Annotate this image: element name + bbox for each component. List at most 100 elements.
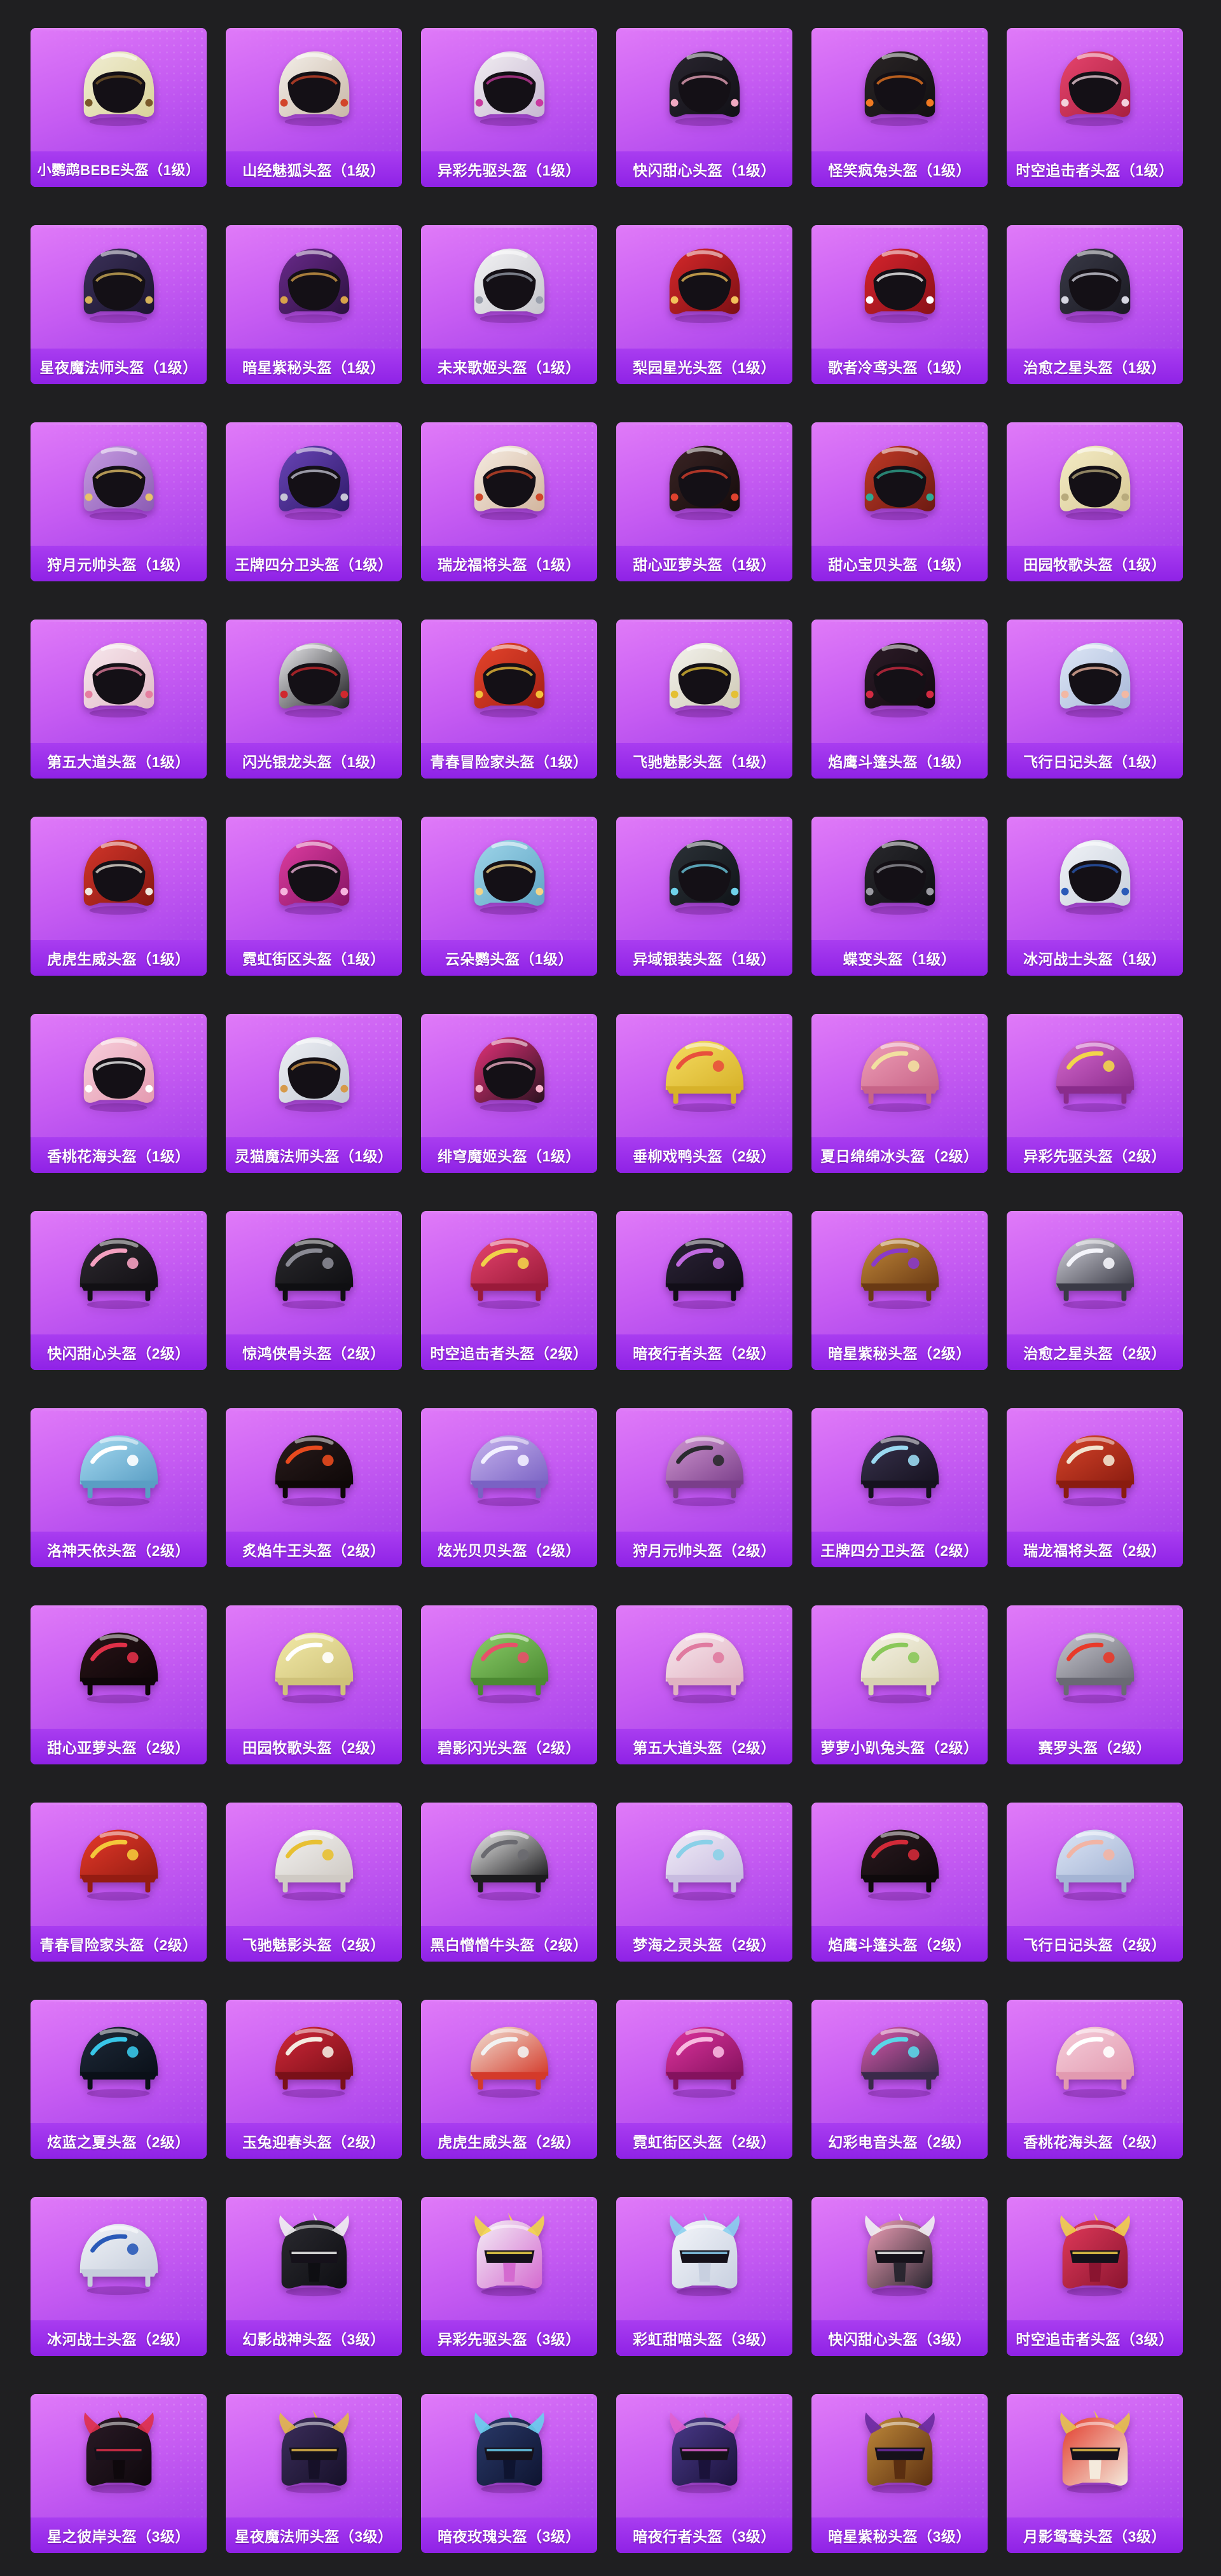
helmet-label-bar: 飞行日记头盔（2级） <box>1007 1926 1183 1962</box>
helmet-card[interactable]: 异域银装头盔（1级） <box>616 817 792 976</box>
helmet-card[interactable]: 第五大道头盔（1级） <box>31 620 207 779</box>
helmet-card[interactable]: 暗星紫秘头盔（1级） <box>226 225 402 384</box>
helmet-card[interactable]: 冰河战士头盔（1级） <box>1007 817 1183 976</box>
helmet-card[interactable]: 萝萝小趴兔头盔（2级） <box>811 1605 988 1764</box>
helmet-card[interactable]: 焰鹰斗篷头盔（2级） <box>811 1803 988 1962</box>
helmet-card[interactable]: 云朵鹦头盔（1级） <box>421 817 597 976</box>
helmet-card[interactable]: 异彩先驱头盔（2级） <box>1007 1014 1183 1173</box>
helmet-label-bar: 王牌四分卫头盔（1级） <box>226 546 402 581</box>
helmet-card[interactable]: 炫蓝之夏头盔（2级） <box>31 2000 207 2159</box>
helmet-card[interactable]: 暗星紫秘头盔（3级） <box>811 2394 988 2553</box>
helmet-card[interactable]: 虎虎生威头盔（2级） <box>421 2000 597 2159</box>
helmet-card[interactable]: 飞驰魅影头盔（1级） <box>616 620 792 779</box>
helmet-label-bar: 霓虹街区头盔（1级） <box>226 940 402 976</box>
helmet-label-bar: 灵猫魔法师头盔（1级） <box>226 1137 402 1173</box>
helmet-card[interactable]: 快闪甜心头盔（2级） <box>31 1211 207 1370</box>
helmet-name: 赛罗头盔（2级） <box>1038 1740 1152 1756</box>
helmet-image <box>1056 1829 1134 1901</box>
helmet-card[interactable]: 梦海之灵头盔（2级） <box>616 1803 792 1962</box>
helmet-card[interactable]: 山经魅狐头盔（1级） <box>226 28 402 187</box>
helmet-card[interactable]: 惊鸿侠骨头盔（2级） <box>226 1211 402 1370</box>
helmet-card[interactable]: 绯穹魔姬头盔（1级） <box>421 1014 597 1173</box>
helmet-card[interactable]: 甜心宝贝头盔（1级） <box>811 422 988 581</box>
helmet-card[interactable]: 碧影闪光头盔（2级） <box>421 1605 597 1764</box>
helmet-card[interactable]: 幻影战神头盔（3级） <box>226 2197 402 2356</box>
helmet-card[interactable]: 飞行日记头盔（2级） <box>1007 1803 1183 1962</box>
helmet-card[interactable]: 第五大道头盔（2级） <box>616 1605 792 1764</box>
helmet-card[interactable]: 黑白憎憎牛头盔（2级） <box>421 1803 597 1962</box>
helmet-card[interactable]: 蝶变头盔（1级） <box>811 817 988 976</box>
helmet-name: 霓虹街区头盔（1级） <box>242 951 385 967</box>
helmet-card[interactable]: 快闪甜心头盔（1级） <box>616 28 792 187</box>
helmet-card[interactable]: 玉兔迎春头盔（2级） <box>226 2000 402 2159</box>
helmet-card[interactable]: 青春冒险家头盔（1级） <box>421 620 597 779</box>
helmet-card[interactable]: 垂柳戏鸭头盔（2级） <box>616 1014 792 1173</box>
helmet-card[interactable]: 夏日绵绵冰头盔（2级） <box>811 1014 988 1173</box>
helmet-card[interactable]: 暗夜行者头盔（3级） <box>616 2394 792 2553</box>
helmet-name: 快闪甜心头盔（2级） <box>47 1345 190 1362</box>
helmet-card[interactable]: 治愈之星头盔（1级） <box>1007 225 1183 384</box>
helmet-card[interactable]: 炙焰牛王头盔（2级） <box>226 1408 402 1567</box>
helmet-name: 霓虹街区头盔（2级） <box>633 2134 776 2150</box>
helmet-card[interactable]: 星夜魔法师头盔（1级） <box>31 225 207 384</box>
helmet-card[interactable]: 月影鸳鸯头盔（3级） <box>1007 2394 1183 2553</box>
helmet-card[interactable]: 瑞龙福将头盔（1级） <box>421 422 597 581</box>
helmet-card[interactable]: 异彩先驱头盔（1级） <box>421 28 597 187</box>
helmet-card[interactable]: 霓虹街区头盔（2级） <box>616 2000 792 2159</box>
helmet-card[interactable]: 甜心亚萝头盔（2级） <box>31 1605 207 1764</box>
helmet-card[interactable]: 未来歌姬头盔（1级） <box>421 225 597 384</box>
helmet-card[interactable]: 闪光银龙头盔（1级） <box>226 620 402 779</box>
helmet-card[interactable]: 赛罗头盔（2级） <box>1007 1605 1183 1764</box>
helmet-card[interactable]: 青春冒险家头盔（2级） <box>31 1803 207 1962</box>
helmet-card[interactable]: 时空追击者头盔（2级） <box>421 1211 597 1370</box>
helmet-label-bar: 黑白憎憎牛头盔（2级） <box>421 1926 597 1962</box>
helmet-card[interactable]: 田园牧歌头盔（1级） <box>1007 422 1183 581</box>
helmet-name: 甜心亚萝头盔（1级） <box>633 557 776 573</box>
helmet-card[interactable]: 暗夜玫瑰头盔（3级） <box>421 2394 597 2553</box>
helmet-card[interactable]: 灵猫魔法师头盔（1级） <box>226 1014 402 1173</box>
helmet-card[interactable]: 歌者冷鸢头盔（1级） <box>811 225 988 384</box>
helmet-card[interactable]: 虎虎生威头盔（1级） <box>31 817 207 976</box>
helmet-card[interactable]: 异彩先驱头盔（3级） <box>421 2197 597 2356</box>
helmet-card[interactable]: 幻彩电音头盔（2级） <box>811 2000 988 2159</box>
helmet-card[interactable]: 霓虹街区头盔（1级） <box>226 817 402 976</box>
helmet-card[interactable]: 瑞龙福将头盔（2级） <box>1007 1408 1183 1567</box>
helmet-card[interactable]: 王牌四分卫头盔（1级） <box>226 422 402 581</box>
helmet-label-bar: 甜心亚萝头盔（2级） <box>31 1729 207 1764</box>
helmet-card[interactable]: 炫光贝贝头盔（2级） <box>421 1408 597 1567</box>
helmet-card[interactable]: 小鹦鹉BEBE头盔（1级） <box>31 28 207 187</box>
helmet-card[interactable]: 狩月元帅头盔（1级） <box>31 422 207 581</box>
helmet-card[interactable]: 飞行日记头盔（1级） <box>1007 620 1183 779</box>
helmet-name: 炫蓝之夏头盔（2级） <box>47 2134 190 2150</box>
helmet-card[interactable]: 飞驰魅影头盔（2级） <box>226 1803 402 1962</box>
helmet-card[interactable]: 田园牧歌头盔（2级） <box>226 1605 402 1764</box>
helmet-label-bar: 暗夜行者头盔（3级） <box>616 2517 792 2553</box>
helmet-card[interactable]: 暗夜行者头盔（2级） <box>616 1211 792 1370</box>
helmet-card[interactable]: 星夜魔法师头盔（3级） <box>226 2394 402 2553</box>
helmet-image <box>1059 840 1130 915</box>
helmet-card[interactable]: 香桃花海头盔（1级） <box>31 1014 207 1173</box>
helmet-image <box>669 840 740 915</box>
helmet-card[interactable]: 时空追击者头盔（3级） <box>1007 2197 1183 2356</box>
helmet-card[interactable]: 治愈之星头盔（2级） <box>1007 1211 1183 1370</box>
helmet-card[interactable]: 焰鹰斗篷头盔（1级） <box>811 620 988 779</box>
helmet-name: 田园牧歌头盔（2级） <box>242 1740 385 1756</box>
helmet-card[interactable]: 王牌四分卫头盔（2级） <box>811 1408 988 1567</box>
helmet-card[interactable]: 星之彼岸头盔（3级） <box>31 2394 207 2553</box>
helmet-card[interactable]: 快闪甜心头盔（3级） <box>811 2197 988 2356</box>
helmet-card[interactable]: 狩月元帅头盔（2级） <box>616 1408 792 1567</box>
helmet-card[interactable]: 洛神天依头盔（2级） <box>31 1408 207 1567</box>
helmet-card[interactable]: 时空追击者头盔（1级） <box>1007 28 1183 187</box>
helmet-image <box>79 1829 158 1901</box>
helmet-card[interactable]: 怪笑疯兔头盔（1级） <box>811 28 988 187</box>
helmet-card[interactable]: 冰河战士头盔（2级） <box>31 2197 207 2356</box>
helmet-image <box>864 642 935 718</box>
helmet-label-bar: 暗星紫秘头盔（3级） <box>811 2517 988 2553</box>
helmet-card[interactable]: 暗星紫秘头盔（2级） <box>811 1211 988 1370</box>
helmet-card[interactable]: 甜心亚萝头盔（1级） <box>616 422 792 581</box>
helmet-card[interactable]: 梨园星光头盔（1级） <box>616 225 792 384</box>
helmet-image <box>665 1238 743 1310</box>
helmet-image <box>1056 2026 1134 2098</box>
helmet-card[interactable]: 香桃花海头盔（2级） <box>1007 2000 1183 2159</box>
helmet-card[interactable]: 彩虹甜喵头盔（3级） <box>616 2197 792 2356</box>
